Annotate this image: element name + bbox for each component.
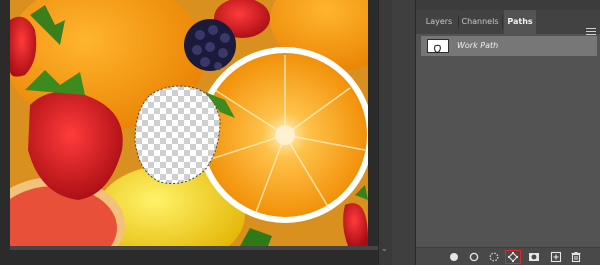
document-canvas-area[interactable] xyxy=(0,0,379,265)
delete-path-icon[interactable] xyxy=(569,251,583,263)
vertical-scrollbar[interactable]: ⌄ xyxy=(378,0,392,265)
chevron-down-icon[interactable]: ⌄ xyxy=(381,244,388,253)
paths-panel-footer xyxy=(416,247,600,265)
tab-paths[interactable]: Paths xyxy=(504,10,536,34)
tab-channels[interactable]: Channels xyxy=(460,10,500,34)
fruit-image[interactable] xyxy=(10,0,368,246)
fill-path-icon[interactable] xyxy=(447,251,461,263)
panel-title-strip xyxy=(416,0,600,10)
path-item-work-path[interactable]: Work Path xyxy=(421,36,597,56)
hamburger-icon[interactable] xyxy=(586,28,596,36)
add-mask-icon[interactable] xyxy=(527,251,541,263)
create-new-path-icon[interactable] xyxy=(549,251,563,263)
path-thumbnail xyxy=(427,39,449,53)
tab-layers[interactable]: Layers xyxy=(422,10,456,34)
load-path-as-selection-icon[interactable] xyxy=(487,251,501,263)
tab-divider xyxy=(458,15,459,29)
panel-dock-gutter xyxy=(392,0,416,265)
fruit-photo xyxy=(10,0,368,246)
paths-panel: Layers Channels Paths Work Path xyxy=(416,0,600,265)
tab-divider xyxy=(502,15,503,29)
stroke-path-icon[interactable] xyxy=(467,251,481,263)
panel-tabs: Layers Channels Paths xyxy=(416,10,600,36)
horizontal-scrollbar[interactable] xyxy=(10,246,378,250)
path-name-label: Work Path xyxy=(457,41,499,50)
make-work-path-from-selection-icon[interactable] xyxy=(505,250,521,264)
